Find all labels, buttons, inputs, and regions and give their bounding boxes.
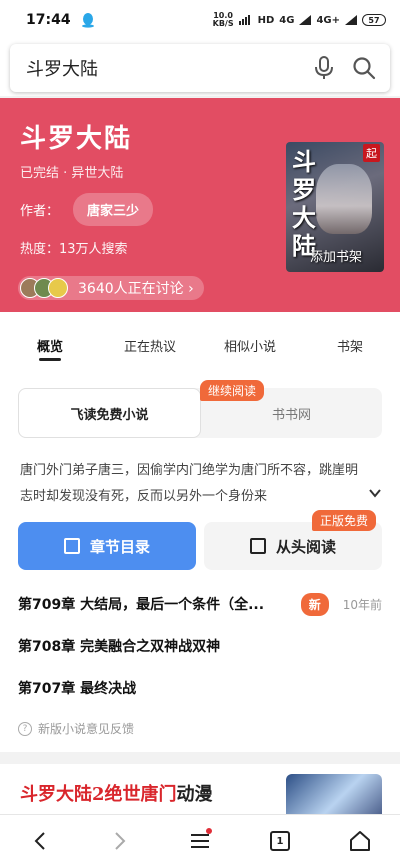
official-free-badge: 正版免费 [312, 510, 377, 531]
new-badge: 新 [300, 592, 329, 616]
source-option-feidu[interactable]: 飞读免费小说 [18, 388, 201, 438]
status-indicators: 10.0 KB/S HD 4G 4G+ 57 [213, 12, 386, 28]
chapter-time: 10年前 [342, 597, 382, 612]
tabs-count: 1 [270, 831, 290, 851]
network-speed: 10.0 KB/S [213, 12, 234, 28]
read-label: 从头阅读 [275, 537, 336, 556]
author-row: 作者： 唐家三少 [20, 193, 154, 226]
chapter-title: 第707章 最终决战 [18, 681, 137, 697]
tab-bar: 概览 正在热议 相似小说 书架 [0, 312, 400, 368]
author-button[interactable]: 唐家三少 [73, 193, 154, 226]
menu-icon [191, 834, 209, 848]
signal-1: 4G [279, 14, 295, 26]
cover-title: 斗罗大陆 [292, 147, 316, 260]
microphone-icon[interactable] [310, 54, 338, 82]
menu-button[interactable] [180, 821, 220, 861]
status-time: 17:44 [26, 12, 71, 28]
home-button[interactable] [340, 821, 380, 861]
search-input[interactable] [26, 57, 298, 79]
book-hero: 斗罗大陆 已完结 · 异世大陆 作者： 唐家三少 热度：13万人搜索 3640人… [0, 98, 400, 312]
battery-level: 57 [368, 15, 380, 25]
chapter-row[interactable]: 第708章 完美融合之双神战双神 [18, 626, 382, 666]
battery-icon: 57 [362, 14, 386, 26]
chevron-left-icon [34, 832, 45, 850]
add-to-shelf-label[interactable]: 添加书架 [310, 246, 362, 265]
feedback-label: 新版小说意见反馈 [38, 722, 135, 736]
discussion-count: 3640人正在讨论 › [78, 281, 194, 297]
back-button[interactable] [20, 821, 60, 861]
tab-bookshelf[interactable]: 书架 [300, 312, 400, 368]
qq-icon [81, 13, 94, 28]
chapter-row[interactable]: 第709章 大结局，最后一个条件（全... 新 10年前 [18, 584, 382, 624]
related-anime-card[interactable]: 斗罗大陆2绝世唐门动漫 [0, 764, 400, 814]
heat-text: 热度：13万人搜索 [20, 242, 128, 257]
discussion-button[interactable]: 3640人正在讨论 › [18, 276, 204, 300]
avatar [48, 278, 68, 298]
document-icon [249, 538, 266, 554]
feedback-link[interactable]: ? 新版小说意见反馈 [18, 720, 134, 737]
signal-2: 4G+ [316, 14, 340, 26]
related-title-highlight: 斗罗大陆2绝世唐门 [20, 784, 177, 805]
book-synopsis: 唐门外门弟子唐三，因偷学内门绝学为唐门所不容，跳崖明志时却发现没有死，反而以另外… [20, 463, 359, 504]
search-icon[interactable] [350, 54, 378, 82]
toc-label: 章节目录 [89, 537, 150, 556]
search-box[interactable] [10, 44, 390, 92]
wifi-signal-icon [238, 15, 250, 25]
book-detail-card: 概览 正在热议 相似小说 书架 飞读免费小说 书书网 继续阅读 唐门外门弟子唐三… [0, 312, 400, 752]
book-cover[interactable]: 起 斗罗大陆 添加书架 [286, 142, 384, 272]
status-bar: 17:44 10.0 KB/S HD 4G 4G+ 57 [0, 0, 400, 40]
related-thumbnail [286, 774, 382, 814]
chevron-down-icon[interactable] [368, 486, 382, 500]
author-label: 作者： [20, 204, 60, 219]
bookmark-icon [63, 538, 80, 554]
question-icon: ? [18, 721, 32, 736]
tabs-button[interactable]: 1 [260, 821, 300, 861]
table-of-contents-button[interactable]: 章节目录 [18, 522, 196, 570]
chapter-row[interactable]: 第707章 最终决战 [18, 668, 382, 708]
chevron-right-icon [115, 832, 126, 850]
avatar-group [20, 278, 68, 298]
chapter-title: 第709章 大结局，最后一个条件（全... [18, 597, 265, 613]
book-meta: 已完结 · 异世大陆 [20, 166, 124, 181]
continue-reading-badge: 继续阅读 [200, 380, 265, 401]
chapter-title: 第708章 完美融合之双神战双神 [18, 639, 221, 655]
tab-similar-novels[interactable]: 相似小说 [200, 312, 300, 368]
book-title: 斗罗大陆 [20, 124, 133, 154]
related-title: 斗罗大陆2绝世唐门动漫 [20, 780, 213, 806]
speed-unit: KB/S [212, 19, 234, 28]
network-type: HD [257, 14, 275, 26]
signal-bars-icon [299, 15, 312, 25]
cover-illustration [316, 164, 372, 234]
notification-dot [206, 828, 212, 834]
search-bar [0, 40, 400, 96]
tab-hot-discussion[interactable]: 正在热议 [100, 312, 200, 368]
tab-overview[interactable]: 概览 [0, 312, 100, 368]
related-title-rest: 动漫 [176, 784, 213, 805]
cover-badge: 起 [363, 144, 380, 162]
signal-bars-icon-2 [345, 15, 357, 25]
home-icon [350, 831, 370, 851]
bottom-navigation: 1 [0, 814, 400, 867]
forward-button[interactable] [100, 821, 140, 861]
